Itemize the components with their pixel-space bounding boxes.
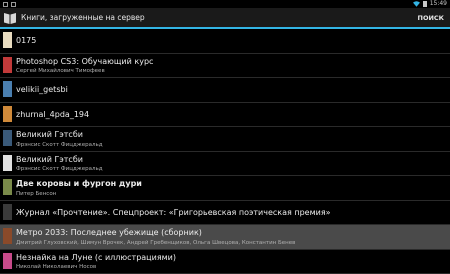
- notification-icon: [3, 2, 8, 7]
- book-list-item[interactable]: Метро 2033: Последнее убежище (сборник)Д…: [0, 225, 450, 250]
- status-time: 15:49: [430, 0, 447, 8]
- action-bar: Книги, загруженные на сервер ПОИСК: [0, 8, 450, 29]
- app-book-icon[interactable]: [3, 11, 17, 25]
- book-cover-thumbnail: [3, 106, 12, 122]
- book-list-item[interactable]: Незнайка на Луне (с иллюстрациями)Никола…: [0, 250, 450, 274]
- book-author: Питер Бенсон: [16, 190, 56, 198]
- book-cover-thumbnail: [3, 32, 12, 48]
- book-author: Николай Николаевич Носов: [16, 263, 96, 271]
- book-author: Сергей Михайлович Тимофеев: [16, 67, 105, 75]
- book-author: Фрэнсис Скотт Фицджеральд: [16, 141, 103, 149]
- book-title: 0175: [16, 35, 36, 46]
- notification-icon: [11, 2, 16, 7]
- book-list-item[interactable]: Великий ГэтсбиФрэнсис Скотт Фицджеральд: [0, 127, 450, 152]
- book-title: Великий Гэтсби: [16, 154, 83, 165]
- notification-icons: [3, 0, 16, 8]
- book-title: Великий Гэтсби: [16, 129, 83, 140]
- book-author: Дмитрий Глуховский, Шимун Врочек, Андрей…: [16, 239, 295, 247]
- book-list-item[interactable]: Две коровы и фургон дуриПитер Бенсон: [0, 176, 450, 201]
- wifi-icon: [413, 1, 420, 7]
- book-list-item[interactable]: 0175: [0, 29, 450, 54]
- status-bar: 15:49: [0, 0, 450, 8]
- book-author: Фрэнсис Скотт Фицджеральд: [16, 165, 103, 173]
- book-cover-thumbnail: [3, 81, 12, 97]
- book-cover-thumbnail: [3, 228, 12, 244]
- battery-icon: [423, 1, 427, 7]
- book-title: Незнайка на Луне (с иллюстрациями): [16, 252, 176, 263]
- book-list-item[interactable]: zhurnal_4pda_194: [0, 103, 450, 128]
- book-list: 0175 Photoshop CS3: Обучающий курсСергей …: [0, 29, 450, 266]
- book-cover-thumbnail: [3, 253, 12, 269]
- search-button[interactable]: ПОИСК: [418, 12, 445, 24]
- book-title: Photoshop CS3: Обучающий курс: [16, 56, 153, 67]
- book-list-item[interactable]: Photoshop CS3: Обучающий курсСергей Миха…: [0, 54, 450, 79]
- book-cover-thumbnail: [3, 130, 12, 146]
- book-cover-thumbnail: [3, 57, 12, 73]
- book-title: Две коровы и фургон дури: [16, 178, 142, 189]
- book-cover-thumbnail: [3, 204, 12, 220]
- book-cover-thumbnail: [3, 155, 12, 171]
- book-list-item[interactable]: Журнал «Прочтение». Спецпроект: «Григорь…: [0, 201, 450, 226]
- book-title: Метро 2033: Последнее убежище (сборник): [16, 227, 202, 238]
- book-cover-thumbnail: [3, 179, 12, 195]
- book-list-item[interactable]: Великий ГэтсбиФрэнсис Скотт Фицджеральд: [0, 152, 450, 177]
- book-title: Журнал «Прочтение». Спецпроект: «Григорь…: [16, 207, 331, 218]
- status-indicators: 15:49: [413, 0, 447, 8]
- page-title: Книги, загруженные на сервер: [21, 12, 145, 24]
- book-title: zhurnal_4pda_194: [16, 109, 89, 120]
- book-title: velikii_getsbi: [16, 84, 68, 95]
- book-list-item[interactable]: velikii_getsbi: [0, 78, 450, 103]
